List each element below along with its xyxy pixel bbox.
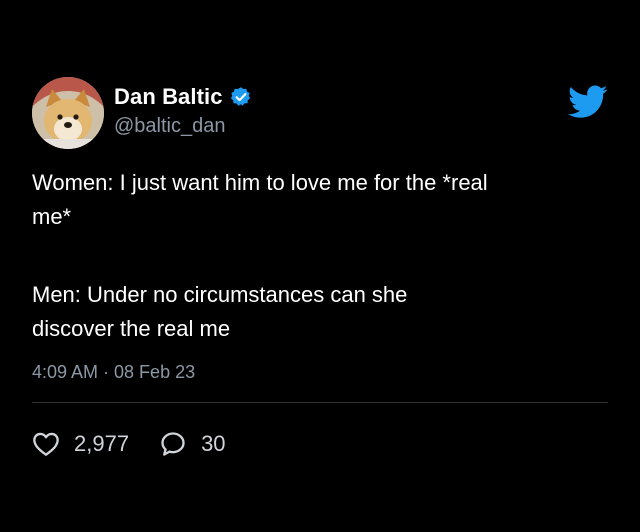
tweet-stats: 2,977 30 <box>32 424 226 464</box>
reply-button[interactable]: 30 <box>159 430 226 458</box>
tweet-text-line: me* <box>32 204 72 229</box>
divider <box>32 402 608 403</box>
tweet-text-line: Men: Under no circumstances can she <box>32 282 408 307</box>
twitter-bird-icon[interactable] <box>568 85 608 119</box>
tweet-text-line: Women: I just want him to love me for th… <box>32 170 488 195</box>
author-display-name[interactable]: Dan Baltic <box>114 84 223 110</box>
heart-icon <box>32 431 60 457</box>
avatar[interactable] <box>32 77 104 149</box>
tweet-timestamp[interactable]: 4:09 AM · 08 Feb 23 <box>32 362 195 383</box>
reply-count: 30 <box>201 431 226 456</box>
author-name-row: Dan Baltic <box>114 83 252 111</box>
like-button[interactable]: 2,977 <box>32 431 129 457</box>
tweet-text-line: discover the real me <box>32 316 231 341</box>
author-handle[interactable]: @baltic_dan <box>114 115 225 138</box>
tweet-card: Dan Baltic @baltic_dan Women: I just wan… <box>0 0 640 532</box>
like-count: 2,977 <box>74 431 130 456</box>
doge-avatar-image <box>32 77 104 149</box>
verified-badge-icon <box>230 86 252 108</box>
reply-bubble-icon <box>159 430 187 458</box>
